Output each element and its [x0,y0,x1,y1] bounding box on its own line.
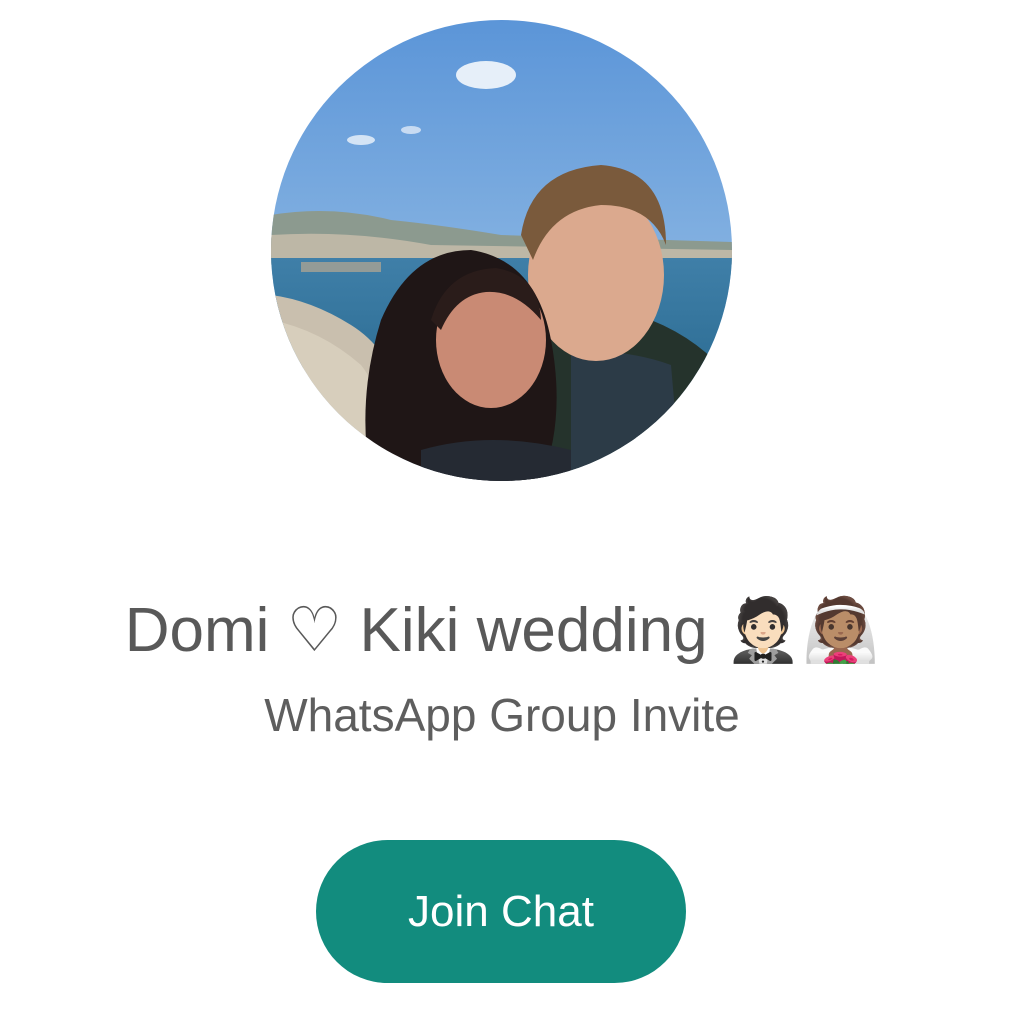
join-chat-button[interactable]: Join Chat [316,840,686,983]
invite-subtitle: WhatsApp Group Invite [264,689,740,741]
group-invite-page: Domi ♡ Kiki wedding 🤵🏻👰🏽 WhatsApp Group … [0,0,1020,1010]
group-avatar [271,20,732,481]
group-photo [271,20,732,481]
group-name: Domi ♡ Kiki wedding 🤵🏻👰🏽 [124,596,880,665]
